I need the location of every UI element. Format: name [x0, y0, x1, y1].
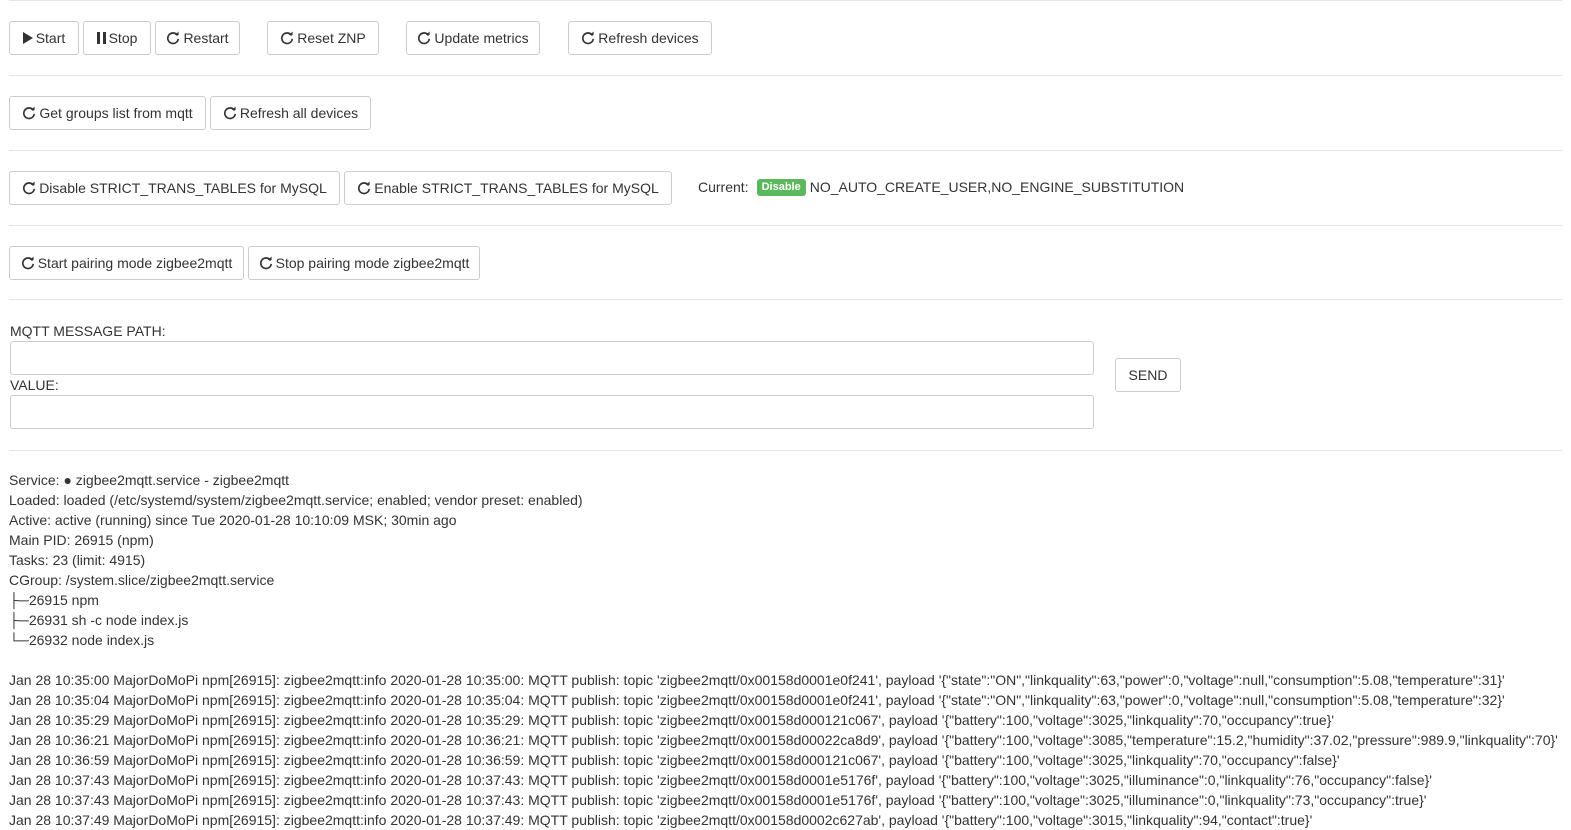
divider — [9, 450, 1562, 451]
status-badge: Disable — [756, 178, 806, 196]
get-groups-button[interactable]: Get groups list from mqtt — [9, 96, 206, 130]
disable-strict-trans-button[interactable]: Disable STRICT_TRANS_TABLES for MySQL — [9, 171, 340, 205]
value-input[interactable] — [10, 395, 1094, 429]
divider — [9, 225, 1562, 226]
refresh-icon — [357, 181, 371, 195]
send-button[interactable]: SEND — [1115, 358, 1181, 392]
refresh-icon — [166, 31, 180, 45]
start-button-label: Start — [35, 30, 66, 46]
refresh-icon — [259, 256, 273, 270]
mqtt-path-input[interactable] — [10, 341, 1094, 375]
log-output: Jan 28 10:35:00 MajorDoMoPi npm[26915]: … — [9, 670, 1564, 830]
service-status: Service: ● zigbee2mqtt.service - zigbee2… — [9, 470, 1564, 650]
status-line: Loaded: loaded (/etc/systemd/system/zigb… — [9, 492, 583, 508]
restart-button[interactable]: Restart — [155, 21, 240, 55]
stop-button[interactable]: Stop — [83, 21, 151, 55]
log-line: Jan 28 10:37:43 MajorDoMoPi npm[26915]: … — [9, 792, 1427, 808]
stop-pairing-button-label: Stop pairing mode zigbee2mqtt — [275, 255, 470, 271]
refresh-devices-button[interactable]: Refresh devices — [568, 21, 712, 55]
restart-button-label: Restart — [183, 30, 229, 46]
start-button[interactable]: Start — [9, 21, 79, 55]
disable-strict-trans-button-label: Disable STRICT_TRANS_TABLES for MySQL — [39, 180, 327, 196]
refresh-icon — [417, 31, 431, 45]
status-line: ├─26915 npm — [9, 592, 99, 608]
log-line: Jan 28 10:37:49 MajorDoMoPi npm[26915]: … — [9, 812, 1313, 828]
log-line: Jan 28 10:36:59 MajorDoMoPi npm[26915]: … — [9, 752, 1340, 768]
start-pairing-button-label: Start pairing mode zigbee2mqtt — [37, 255, 233, 271]
status-line: Tasks: 23 (limit: 4915) — [9, 552, 146, 568]
divider — [9, 0, 1562, 1]
log-line: Jan 28 10:35:00 MajorDoMoPi npm[26915]: … — [9, 672, 1505, 688]
update-metrics-button-label: Update metrics — [434, 30, 529, 46]
stop-pairing-button[interactable]: Stop pairing mode zigbee2mqtt — [248, 246, 480, 280]
refresh-all-devices-button[interactable]: Refresh all devices — [210, 96, 371, 130]
play-icon — [22, 32, 33, 44]
refresh-icon — [280, 31, 294, 45]
refresh-icon — [21, 256, 35, 270]
refresh-icon — [22, 181, 36, 195]
stop-button-label: Stop — [108, 30, 138, 46]
update-metrics-button[interactable]: Update metrics — [406, 21, 540, 55]
status-line: Main PID: 26915 (npm) — [9, 532, 154, 548]
refresh-all-devices-button-label: Refresh all devices — [239, 105, 359, 121]
start-pairing-button[interactable]: Start pairing mode zigbee2mqtt — [9, 246, 244, 280]
refresh-icon — [581, 31, 595, 45]
status-line: ├─26931 sh -c node index.js — [9, 612, 189, 628]
current-sql-mode: Current: Disable NO_AUTO_CREATE_USER,NO_… — [698, 178, 1184, 196]
log-line: Jan 28 10:35:04 MajorDoMoPi npm[26915]: … — [9, 692, 1505, 708]
reset-znp-button[interactable]: Reset ZNP — [267, 21, 379, 55]
value-label: VALUE: — [10, 377, 59, 393]
status-line: Active: active (running) since Tue 2020-… — [9, 512, 457, 528]
log-line: Jan 28 10:35:29 MajorDoMoPi npm[26915]: … — [9, 712, 1335, 728]
log-line: Jan 28 10:37:43 MajorDoMoPi npm[26915]: … — [9, 772, 1432, 788]
status-line: Service: ● zigbee2mqtt.service - zigbee2… — [9, 472, 290, 488]
sql-mode-value: NO_AUTO_CREATE_USER,NO_ENGINE_SUBSTITUTI… — [809, 179, 1185, 195]
enable-strict-trans-button[interactable]: Enable STRICT_TRANS_TABLES for MySQL — [344, 171, 672, 205]
pause-icon — [96, 32, 106, 44]
divider — [9, 75, 1562, 76]
enable-strict-trans-button-label: Enable STRICT_TRANS_TABLES for MySQL — [374, 180, 659, 196]
reset-znp-button-label: Reset ZNP — [297, 30, 366, 46]
status-line: └─26932 node index.js — [9, 632, 155, 648]
refresh-icon — [223, 106, 237, 120]
current-label: Current: — [698, 179, 749, 195]
status-line: CGroup: /system.slice/zigbee2mqtt.servic… — [9, 572, 275, 588]
divider — [9, 150, 1562, 151]
refresh-devices-button-label: Refresh devices — [598, 30, 699, 46]
get-groups-button-label: Get groups list from mqtt — [39, 105, 193, 121]
divider — [9, 299, 1562, 300]
log-line: Jan 28 10:36:21 MajorDoMoPi npm[26915]: … — [9, 732, 1558, 748]
mqtt-path-label: MQTT MESSAGE PATH: — [10, 323, 166, 339]
refresh-icon — [22, 106, 36, 120]
